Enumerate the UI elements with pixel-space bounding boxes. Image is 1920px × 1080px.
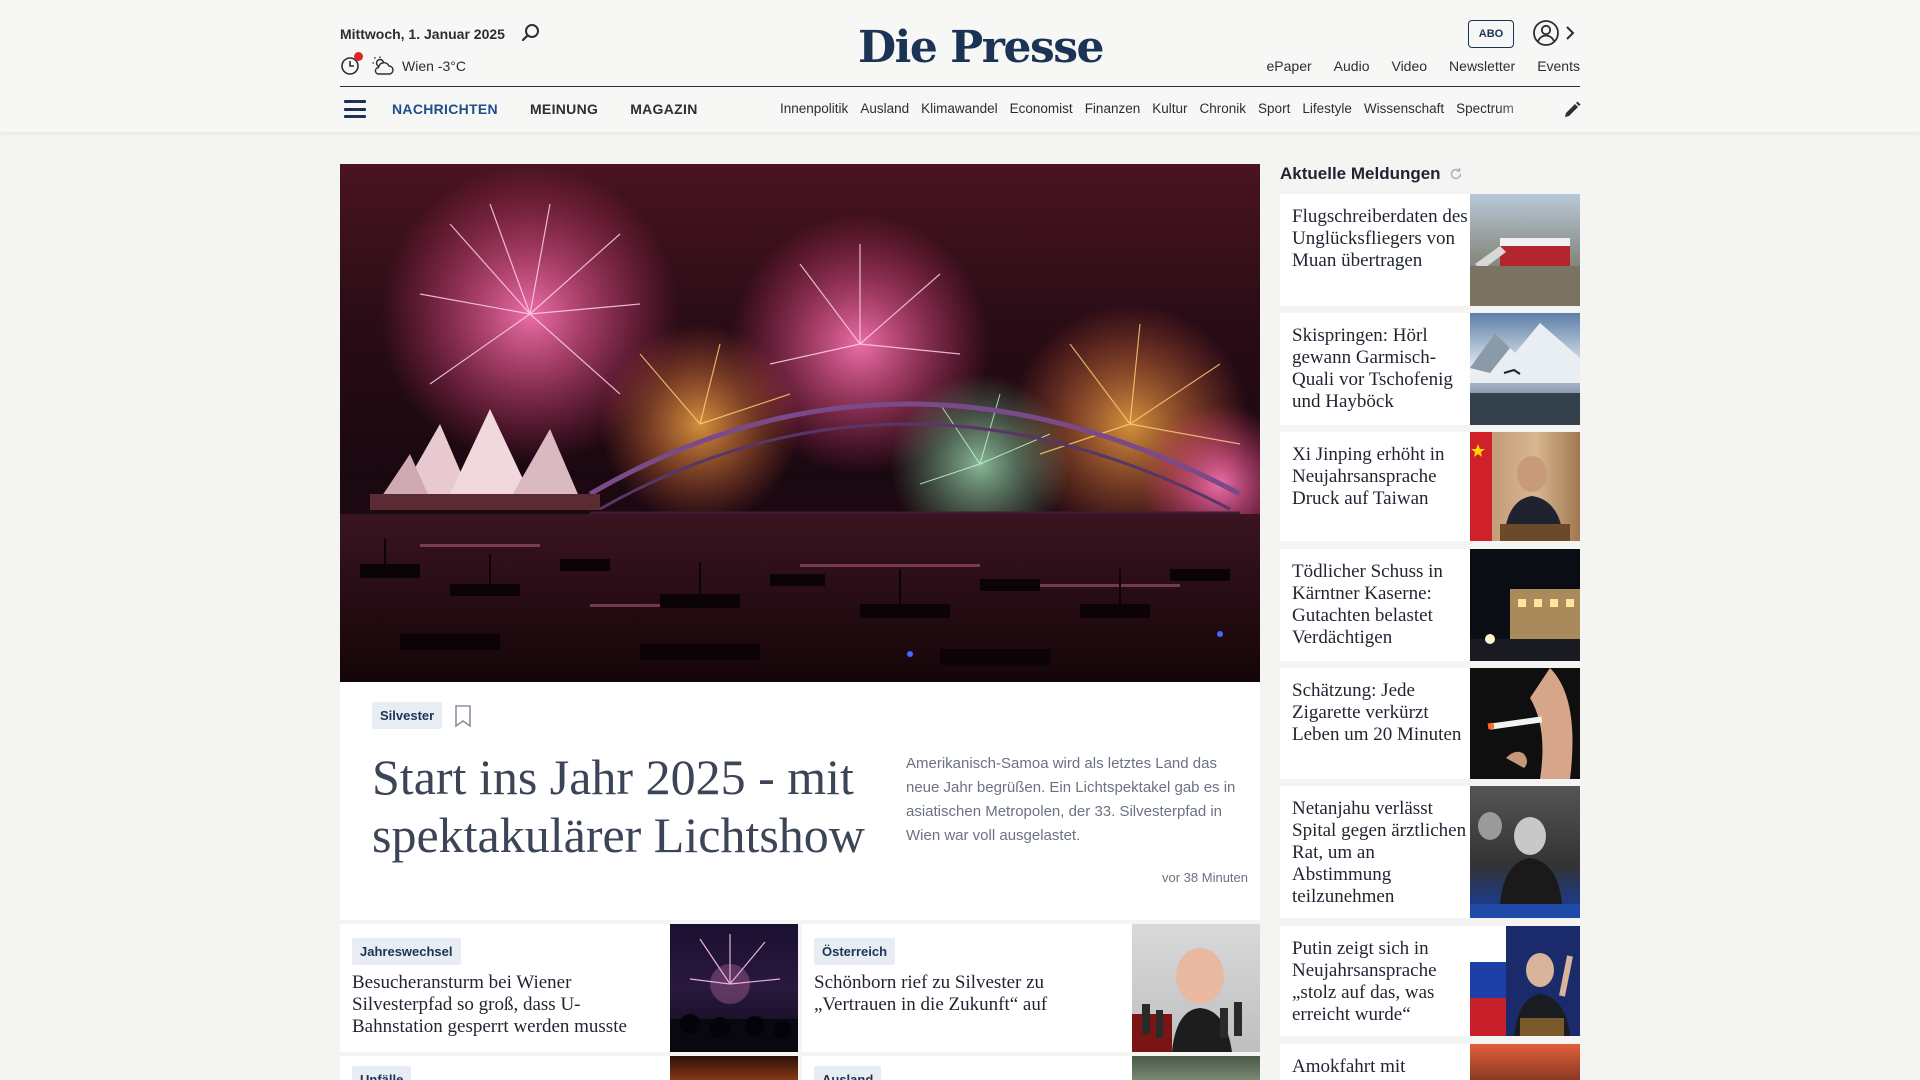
weather-row: Wien -3°C (340, 52, 466, 76)
card-category-tag[interactable]: Unfälle (352, 1066, 412, 1080)
abo-button[interactable]: ABO (1468, 20, 1514, 48)
nav-magazin[interactable]: MAGAZIN (630, 101, 697, 117)
clock-icon[interactable] (340, 52, 363, 76)
card-category-tag[interactable]: Jahreswechsel (352, 938, 461, 965)
article-card[interactable]: Unfälle (340, 1056, 798, 1080)
putin-thumbnail (1470, 926, 1573, 1036)
section-finanzen[interactable]: Finanzen (1085, 101, 1141, 116)
news-item[interactable]: Schätzung: Jede Zigarette verkürzt Leben… (1280, 668, 1580, 779)
section-nav: Innenpolitik Ausland Klimawandel Economi… (780, 101, 1544, 116)
current-date: Mittwoch, 1. Januar 2025 (340, 26, 505, 42)
hero-category-tag[interactable]: Silvester (372, 702, 443, 729)
news-headline[interactable]: Flugschreiberdaten des Unglücksfliegers … (1292, 206, 1472, 272)
news-image[interactable] (1470, 194, 1580, 306)
section-economist[interactable]: Economist (1010, 101, 1073, 116)
section-innenpolitik[interactable]: Innenpolitik (780, 101, 848, 116)
bookmark-icon[interactable] (454, 704, 472, 728)
xi-jinping-thumbnail (1470, 432, 1570, 541)
card-category-tag[interactable]: Österreich (814, 938, 896, 965)
news-item[interactable]: Putin zeigt sich in Neujahrsansprache „s… (1280, 926, 1580, 1036)
top-link-video[interactable]: Video (1391, 58, 1427, 74)
nav-nachrichten[interactable]: NACHRICHTEN (392, 101, 498, 117)
pencil-icon[interactable] (1562, 100, 1582, 120)
news-headline[interactable]: Skispringen: Hörl gewann Garmisch-Quali … (1292, 325, 1472, 413)
notification-dot (354, 52, 363, 61)
section-klimawandel[interactable]: Klimawandel (921, 101, 998, 116)
cigarette-thumbnail (1487, 668, 1573, 779)
weather-text[interactable]: Wien -3°C (402, 58, 466, 74)
search-icon[interactable] (520, 22, 542, 44)
menu-icon[interactable] (344, 100, 366, 118)
article-card[interactable]: Österreich Schönborn rief zu Silvester z… (802, 924, 1260, 1052)
sidebar-title: Aktuelle Meldungen (1280, 164, 1463, 184)
fireworks-thumbnail (670, 934, 798, 1052)
top-links: ePaper Audio Video Newsletter Events (1267, 58, 1580, 74)
hero-image[interactable] (340, 164, 1260, 682)
news-image[interactable] (1470, 786, 1580, 918)
article-card[interactable]: Jahreswechsel Besucheransturm bei Wiener… (340, 924, 798, 1052)
news-headline[interactable]: Amokfahrt mit (1292, 1056, 1472, 1078)
card-image[interactable] (670, 924, 798, 1052)
hero-article-card: Silvester Start ins Jahr 2025 - mit spek… (340, 682, 1260, 920)
ski-jump-thumbnail (1470, 323, 1580, 425)
main-nav: NACHRICHTEN MEINUNG MAGAZIN (392, 101, 698, 117)
top-link-audio[interactable]: Audio (1334, 58, 1370, 74)
news-headline[interactable]: Putin zeigt sich in Neujahrsansprache „s… (1292, 938, 1472, 1026)
card-category-tag[interactable]: Ausland (814, 1066, 882, 1080)
chevron-right-icon[interactable] (1564, 23, 1576, 43)
news-image[interactable] (1470, 1044, 1580, 1080)
news-headline[interactable]: Schätzung: Jede Zigarette verkürzt Leben… (1292, 680, 1472, 746)
sidebar-title-text: Aktuelle Meldungen (1280, 164, 1441, 183)
news-headline[interactable]: Xi Jinping erhöht in Neujahrsansprache D… (1292, 444, 1472, 510)
news-headline[interactable]: Netanjahu verlässt Spital gegen ärztlich… (1292, 798, 1472, 908)
header-inner: Mittwoch, 1. Januar 2025 Wien -3°C Die P… (340, 0, 1582, 132)
hero-headline[interactable]: Start ins Jahr 2025 - mit spektakulärer … (372, 748, 912, 864)
card-image[interactable] (1132, 924, 1260, 1052)
netanyahu-thumbnail (1470, 812, 1580, 918)
card-headline[interactable]: Besucheransturm bei Wiener Silvesterpfad… (352, 972, 662, 1038)
news-item[interactable]: Xi Jinping erhöht in Neujahrsansprache D… (1280, 432, 1580, 541)
user-account-icon[interactable] (1532, 19, 1560, 47)
site-header: Mittwoch, 1. Januar 2025 Wien -3°C Die P… (0, 0, 1920, 132)
news-item[interactable]: Tödlicher Schuss in Kärntner Kaserne: Gu… (1280, 549, 1580, 661)
card-image[interactable] (1132, 1056, 1260, 1080)
section-lifestyle[interactable]: Lifestyle (1302, 101, 1352, 116)
news-image[interactable] (1470, 926, 1580, 1036)
section-wissenschaft[interactable]: Wissenschaft (1364, 101, 1444, 116)
top-link-epaper[interactable]: ePaper (1267, 58, 1312, 74)
news-item[interactable]: Flugschreiberdaten des Unglücksfliegers … (1280, 194, 1580, 306)
site-logo[interactable]: Die Presse (858, 22, 1104, 74)
news-item[interactable]: Skispringen: Hörl gewann Garmisch-Quali … (1280, 313, 1580, 425)
article-card[interactable]: Ausland (802, 1056, 1260, 1080)
card-headline[interactable]: Schönborn rief zu Silvester zu „Vertraue… (814, 972, 1114, 1016)
news-image[interactable] (1470, 432, 1580, 541)
cardinal-thumbnail (1132, 948, 1242, 1052)
section-chronik[interactable]: Chronik (1200, 101, 1247, 116)
barracks-night-thumbnail (1470, 589, 1580, 661)
fireworks-photo (340, 164, 1260, 682)
header-divider (340, 86, 1580, 87)
news-image[interactable] (1470, 549, 1580, 661)
news-headline[interactable]: Tödlicher Schuss in Kärntner Kaserne: Gu… (1292, 561, 1472, 649)
nav-meinung[interactable]: MEINUNG (530, 101, 598, 117)
hero-teaser: Amerikanisch-Samoa wird als letztes Land… (906, 755, 1236, 844)
section-ausland[interactable]: Ausland (860, 101, 909, 116)
section-sport[interactable]: Sport (1258, 101, 1290, 116)
hero-timestamp: vor 38 Minuten (1162, 870, 1248, 885)
crash-site-thumbnail (1470, 238, 1580, 306)
refresh-icon[interactable] (1449, 167, 1463, 181)
section-spectrum[interactable]: Spectrum (1456, 101, 1514, 116)
news-image[interactable] (1470, 668, 1580, 779)
news-item[interactable]: Amokfahrt mit (1280, 1044, 1580, 1080)
section-kultur[interactable]: Kultur (1152, 101, 1187, 116)
news-image[interactable] (1470, 313, 1580, 425)
news-item[interactable]: Netanjahu verlässt Spital gegen ärztlich… (1280, 786, 1580, 918)
top-link-events[interactable]: Events (1537, 58, 1580, 74)
top-link-newsletter[interactable]: Newsletter (1449, 58, 1515, 74)
partly-cloudy-icon (372, 56, 394, 75)
card-image[interactable] (670, 1056, 798, 1080)
